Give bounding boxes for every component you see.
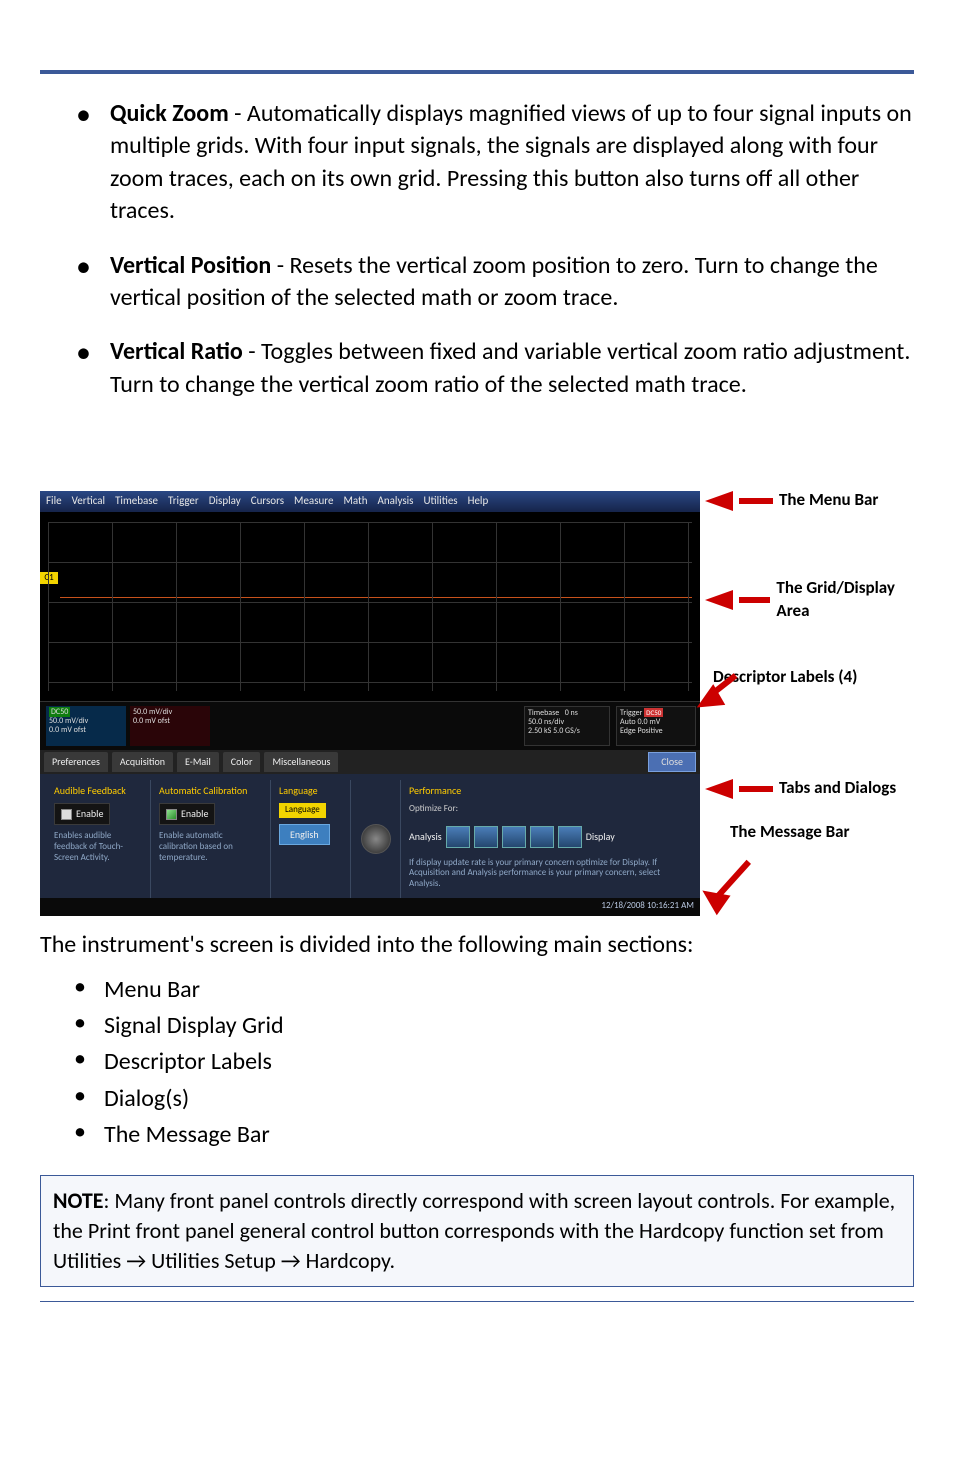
dialog-tabs: Preferences Acquisition E-Mail Color Mis… [40, 750, 700, 774]
checkbox-icon [61, 809, 72, 820]
menu-analysis[interactable]: Analysis [378, 494, 414, 509]
note-text: : Many front panel controls directly cor… [53, 1187, 895, 1273]
menu-math[interactable]: Math [343, 494, 367, 509]
annotation-grid-area: The Grid/Display Area [705, 577, 920, 623]
tab-acquisition[interactable]: Acquisition [112, 752, 173, 772]
oscilloscope-screenshot: File Vertical Timebase Trigger Display C… [40, 491, 700, 916]
trace-baseline [60, 597, 692, 598]
screen-layout-figure: File Vertical Timebase Trigger Display C… [40, 491, 920, 921]
list-item: Menu Bar [104, 974, 914, 1006]
dialog-close-button[interactable]: Close [648, 752, 696, 772]
annotation-message-bar: The Message Bar [730, 821, 850, 844]
menu-help[interactable]: Help [468, 494, 489, 509]
perf-btn-1[interactable] [446, 826, 470, 848]
menu-measure[interactable]: Measure [294, 494, 333, 509]
sections-list: Menu Bar Signal Display Grid Descriptor … [40, 974, 914, 1152]
sections-intro: The instrument's screen is divided into … [40, 929, 914, 961]
descriptor-ch2[interactable]: 50.0 mV/div 0.0 mV ofst [130, 706, 210, 746]
list-item: Dialog(s) [104, 1083, 914, 1115]
feature-bullets: Quick Zoom - Automatically displays magn… [40, 98, 914, 401]
menu-trigger[interactable]: Trigger [168, 494, 199, 509]
note-callout: NOTE: Many front panel controls directly… [40, 1175, 914, 1286]
tab-color[interactable]: Color [223, 752, 261, 772]
scope-menu-bar: File Vertical Timebase Trigger Display C… [40, 491, 700, 512]
arrow-left-icon [705, 491, 733, 511]
list-item: Descriptor Labels [104, 1046, 914, 1078]
annotation-menu-bar: The Menu Bar [705, 489, 878, 512]
perf-btn-4[interactable] [530, 826, 554, 848]
tab-email[interactable]: E-Mail [177, 752, 219, 772]
tab-misc[interactable]: Miscellaneous [264, 752, 338, 772]
bullet-quick-zoom: Quick Zoom - Automatically displays magn… [110, 98, 914, 228]
term: Quick Zoom [110, 99, 229, 128]
descriptor-timebase[interactable]: Timebase 0 ns 50.0 ns/div 2.50 kS 5.0 GS… [524, 706, 610, 746]
menu-utilities[interactable]: Utilities [423, 494, 457, 509]
tab-preferences[interactable]: Preferences [44, 752, 108, 772]
term: Vertical Position [110, 251, 271, 280]
menu-cursors[interactable]: Cursors [251, 494, 284, 509]
signal-display-grid: C1 [40, 512, 700, 702]
note-label: NOTE [53, 1187, 104, 1214]
annotation-tabs-dialogs: Tabs and Dialogs [705, 777, 896, 800]
bullet-text: - Automatically displays magnified views… [110, 99, 912, 225]
arrow-left-icon [705, 779, 733, 799]
col-hdr-performance: Performance [409, 784, 686, 798]
channel1-marker: C1 [40, 572, 58, 584]
datetime: 12/18/2008 10:16:21 AM [601, 900, 694, 914]
checkbox-icon [166, 809, 177, 820]
menu-vertical[interactable]: Vertical [72, 494, 105, 509]
audible-enable-checkbox[interactable]: Enable [54, 803, 110, 825]
language-select-button[interactable]: English [279, 824, 330, 846]
offset-knob[interactable] [361, 824, 391, 854]
menu-timebase[interactable]: Timebase [115, 494, 158, 509]
list-item: Signal Display Grid [104, 1010, 914, 1042]
col-hdr-autocal: Automatic Calibration [159, 784, 262, 798]
perf-btn-2[interactable] [474, 826, 498, 848]
term: Vertical Ratio [110, 337, 243, 366]
perf-btn-5[interactable] [558, 826, 582, 848]
descriptor-trigger[interactable]: Trigger DC50 Auto 0.0 mV Edge Positive [616, 706, 696, 746]
top-divider [40, 70, 914, 74]
col-hdr-audible: Audible Feedback [54, 784, 142, 798]
perf-btn-3[interactable] [502, 826, 526, 848]
preferences-dialog: Audible Feedback Enable Enables audible … [40, 774, 700, 904]
arrow-left-icon [705, 590, 733, 610]
autocal-enable-checkbox[interactable]: Enable [159, 803, 215, 825]
col-hdr-language: Language [279, 784, 342, 798]
bottom-divider [40, 1301, 914, 1302]
bullet-vertical-position: Vertical Position - Resets the vertical … [110, 250, 914, 315]
message-bar: 12/18/2008 10:16:21 AM [40, 898, 700, 916]
bullet-vertical-ratio: Vertical Ratio - Toggles between fixed a… [110, 336, 914, 401]
menu-display[interactable]: Display [209, 494, 241, 509]
list-item: The Message Bar [104, 1119, 914, 1151]
descriptor-labels-row: DC50 50.0 mV/div 0.0 mV ofst 50.0 mV/div… [40, 702, 700, 750]
menu-file[interactable]: File [46, 494, 62, 509]
descriptor-ch1[interactable]: DC50 50.0 mV/div 0.0 mV ofst [46, 706, 126, 746]
